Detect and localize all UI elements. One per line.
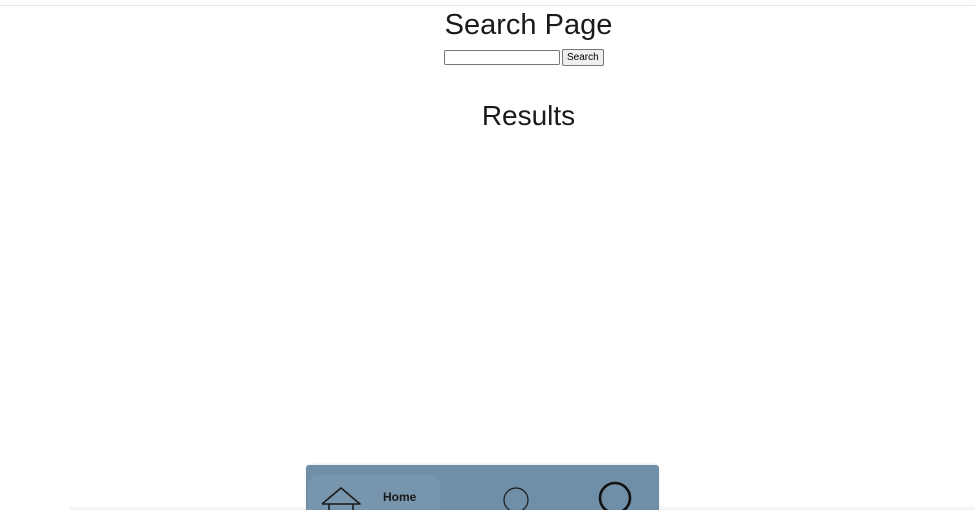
bottom-navigation-bar: Home xyxy=(306,465,659,510)
results-heading: Results xyxy=(481,100,576,131)
nav-item-home[interactable]: Home xyxy=(309,476,439,510)
circle-bold-icon[interactable] xyxy=(598,481,632,510)
search-page: Search Page Search Results Home xyxy=(0,0,975,510)
top-divider xyxy=(0,5,975,6)
search-button[interactable]: Search xyxy=(562,49,604,66)
page-title: Search Page xyxy=(444,9,613,41)
home-icon xyxy=(321,487,361,510)
search-form: Search xyxy=(444,49,604,66)
search-input[interactable] xyxy=(444,50,560,65)
nav-item-home-label: Home xyxy=(383,490,417,504)
circle-outline-icon[interactable] xyxy=(503,487,529,510)
